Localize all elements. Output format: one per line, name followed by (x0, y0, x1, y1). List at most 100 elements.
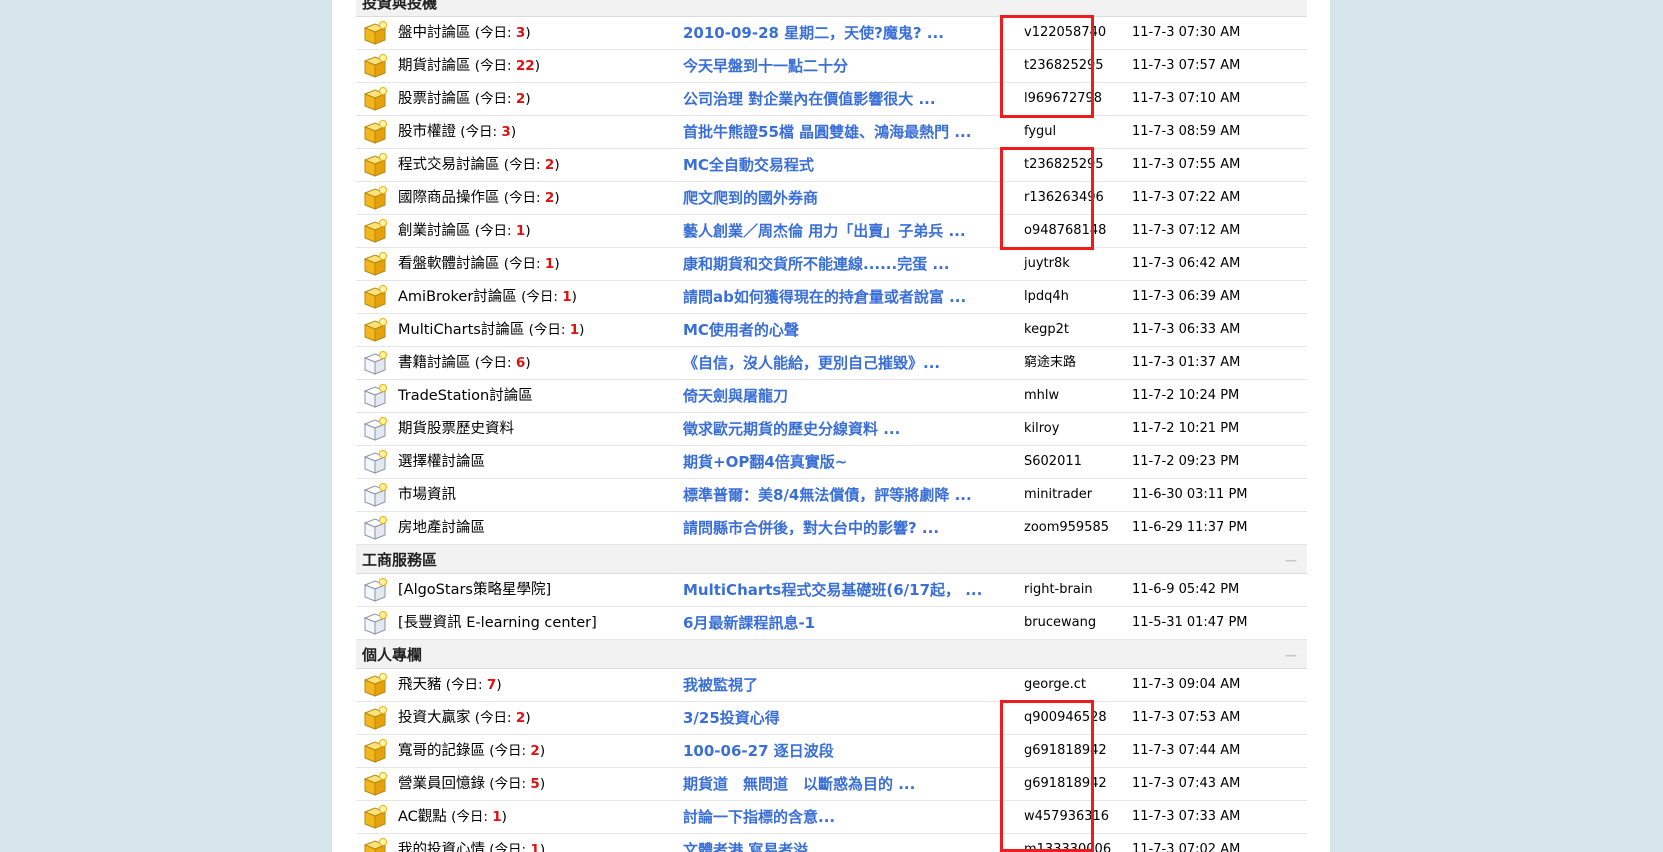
forum-name-link[interactable]: 國際商品操作區 (398, 190, 500, 206)
forum-name-cell: 選擇權討論區 (398, 446, 485, 478)
forum-name-link[interactable]: MultiCharts討論區 (398, 322, 524, 338)
last-poster[interactable]: juytr8k (1024, 248, 1070, 280)
category-header[interactable]: 工商服務區 — (356, 545, 1307, 574)
last-topic-link[interactable]: 標準普爾：美8/4無法償債，評等將劇降 ... (683, 479, 972, 511)
forum-name-cell: 程式交易討論區 (今日: 2) (398, 149, 560, 181)
last-topic-link[interactable]: 期貨+OP翻4倍真實版~ (683, 446, 847, 478)
last-topic-link[interactable]: 首批牛熊證55檔 晶圓雙雄、鴻海最熱門 ... (683, 116, 971, 148)
last-topic-link[interactable]: 討論一下指標的含意... (683, 801, 835, 833)
last-poster[interactable]: brucewang (1024, 607, 1096, 639)
forum-name-link[interactable]: 程式交易討論區 (398, 157, 500, 173)
today-count: (今日: 1) (470, 223, 531, 239)
forum-row: AC觀點 (今日: 1) 討論一下指標的含意... w457936316 11-7-3… (356, 801, 1307, 834)
last-poster[interactable]: o948768148 (1024, 215, 1106, 247)
last-post-time: 11-7-3 06:39 AM (1132, 289, 1241, 304)
last-topic-link[interactable]: 文體者港 寫易者溢 (683, 834, 808, 852)
last-topic-link[interactable]: 藝人創業／周杰倫 用力「出賣」子弟兵 ... (683, 215, 966, 247)
last-poster[interactable]: fygul (1024, 116, 1056, 148)
last-poster[interactable]: right-brain (1024, 574, 1093, 606)
last-poster[interactable]: t236825295 (1024, 50, 1104, 82)
last-poster[interactable]: lpdq4h (1024, 281, 1069, 313)
forum-name-link[interactable]: [長豐資訊 E-learning center] (398, 615, 597, 631)
forum-name-link[interactable]: 創業討論區 (398, 223, 471, 239)
forum-name-link[interactable]: TradeStation討論區 (398, 388, 533, 404)
forum-name-link[interactable]: 寬哥的記錄區 (398, 743, 485, 759)
last-topic-link[interactable]: 康和期貨和交貨所不能連線......完蛋 ... (683, 248, 950, 280)
forum-name-link[interactable]: 股市權證 (398, 124, 456, 140)
forum-name-cell: 寬哥的記錄區 (今日: 2) (398, 735, 545, 767)
forum-name-link[interactable]: 選擇權討論區 (398, 454, 485, 470)
last-poster[interactable]: kegp2t (1024, 314, 1069, 346)
forum-name-link[interactable]: 期貨討論區 (398, 58, 471, 74)
last-topic-link[interactable]: 100-06-27 逐日波段 (683, 735, 834, 767)
last-topic-link[interactable]: 2010-09-28 星期二，天使?魔鬼? ... (683, 17, 944, 49)
forum-name-link[interactable]: AmiBroker討論區 (398, 289, 517, 305)
today-count: (今日: 2) (470, 710, 531, 726)
forum-row: 寬哥的記錄區 (今日: 2) 100-06-27 逐日波段 g691818942 11… (356, 735, 1307, 768)
forum-name-link[interactable]: 股票討論區 (398, 91, 471, 107)
last-topic-link[interactable]: 倚天劍與屠龍刀 (683, 380, 788, 412)
today-count: (今日: 2) (485, 743, 546, 759)
forum-name-link[interactable]: 盤中討論區 (398, 25, 471, 41)
last-topic-link[interactable]: 徵求歐元期貨的歷史分線資料 ... (683, 413, 900, 445)
today-label: 今日: (451, 677, 487, 693)
forum-name-link[interactable]: 看盤軟體討論區 (398, 256, 500, 272)
last-poster[interactable]: g691818942 (1024, 768, 1107, 800)
last-post-time: 11-7-3 07:30 AM (1132, 25, 1241, 40)
forum-name-link[interactable]: 我的投資心情 (398, 842, 485, 852)
collapse-icon[interactable]: — (1285, 545, 1297, 575)
last-poster[interactable]: 窮途末路 (1024, 347, 1076, 379)
last-topic-link[interactable]: MultiCharts程式交易基礎班(6/17起， ... (683, 574, 982, 606)
forum-name-link[interactable]: 期貨股票歷史資料 (398, 421, 514, 437)
today-label: 今日: (526, 289, 563, 305)
last-topic-link[interactable]: 請問ab如何獲得現在的持倉量或者說富 ... (683, 281, 966, 313)
last-post-time: 11-7-2 10:24 PM (1132, 388, 1240, 403)
last-topic-link[interactable]: 3/25投資心得 (683, 702, 780, 734)
last-poster[interactable]: w457936316 (1024, 801, 1109, 833)
last-poster[interactable]: S602011 (1024, 446, 1082, 478)
last-poster[interactable]: l969672798 (1024, 83, 1102, 115)
last-topic-link[interactable]: 期貨道 無問道 以斷惑為目的 ... (683, 768, 915, 800)
last-topic-link[interactable]: 《自信，沒人能給，更別自己摧毀》... (683, 347, 940, 379)
forum-name-cell: 投資大贏家 (今日: 2) (398, 702, 531, 734)
last-post-time: 11-7-3 08:59 AM (1132, 124, 1241, 139)
last-topic-link[interactable]: 請問縣市合併後，對大台中的影響? ... (683, 512, 939, 544)
forum-name-link[interactable]: 房地產討論區 (398, 520, 485, 536)
last-poster[interactable]: t236825295 (1024, 149, 1104, 181)
last-poster[interactable]: r136263496 (1024, 182, 1104, 214)
last-topic-link[interactable]: MC全自動交易程式 (683, 149, 814, 181)
category-header[interactable]: 投資與投機 (356, 0, 1307, 17)
last-poster[interactable]: george.ct (1024, 669, 1086, 701)
today-number: 1 (569, 322, 580, 338)
last-poster[interactable]: m133330006 (1024, 834, 1111, 852)
forum-name-link[interactable]: 投資大贏家 (398, 710, 471, 726)
last-topic-link[interactable]: MC使用者的心聲 (683, 314, 799, 346)
forum-row: 選擇權討論區 期貨+OP翻4倍真實版~ S602011 11-7-2 09:23 PM (356, 446, 1307, 479)
last-topic-link[interactable]: 今天早盤到十一點二十分 (683, 50, 848, 82)
last-post-time: 11-6-30 03:11 PM (1132, 487, 1248, 502)
forum-row: 看盤軟體討論區 (今日: 1) 康和期貨和交貨所不能連線......完蛋 ... j… (356, 248, 1307, 281)
collapse-icon[interactable]: — (1285, 640, 1297, 670)
new-posts-icon (362, 837, 388, 852)
forum-name-link[interactable]: 營業員回憶錄 (398, 776, 485, 792)
last-poster[interactable]: q900946528 (1024, 702, 1107, 734)
last-poster[interactable]: kilroy (1024, 413, 1059, 445)
category-header[interactable]: 個人專欄 — (356, 640, 1307, 669)
last-topic-link[interactable]: 公司治理 對企業內在價值影響很大 ... (683, 83, 936, 115)
forum-name-link[interactable]: 飛天豬 (398, 677, 442, 693)
last-poster[interactable]: mhlw (1024, 380, 1059, 412)
last-poster[interactable]: minitrader (1024, 479, 1092, 511)
forum-name-cell: 期貨股票歷史資料 (398, 413, 514, 445)
today-number: 1 (562, 289, 572, 305)
last-topic-link[interactable]: 爬文爬到的國外券商 (683, 182, 818, 214)
last-topic-link[interactable]: 6月最新課程訊息-1 (683, 607, 815, 639)
forum-name-link[interactable]: AC觀點 (398, 809, 447, 825)
forum-name-link[interactable]: 書籍討論區 (398, 355, 471, 371)
forum-name-cell: 市場資訊 (398, 479, 456, 511)
forum-name-link[interactable]: [AlgoStars策略星學院] (398, 582, 551, 598)
forum-name-link[interactable]: 市場資訊 (398, 487, 456, 503)
last-poster[interactable]: v122058740 (1024, 17, 1106, 49)
last-poster[interactable]: zoom959585 (1024, 512, 1109, 544)
last-poster[interactable]: g691818942 (1024, 735, 1107, 767)
last-topic-link[interactable]: 我被監視了 (683, 669, 758, 701)
